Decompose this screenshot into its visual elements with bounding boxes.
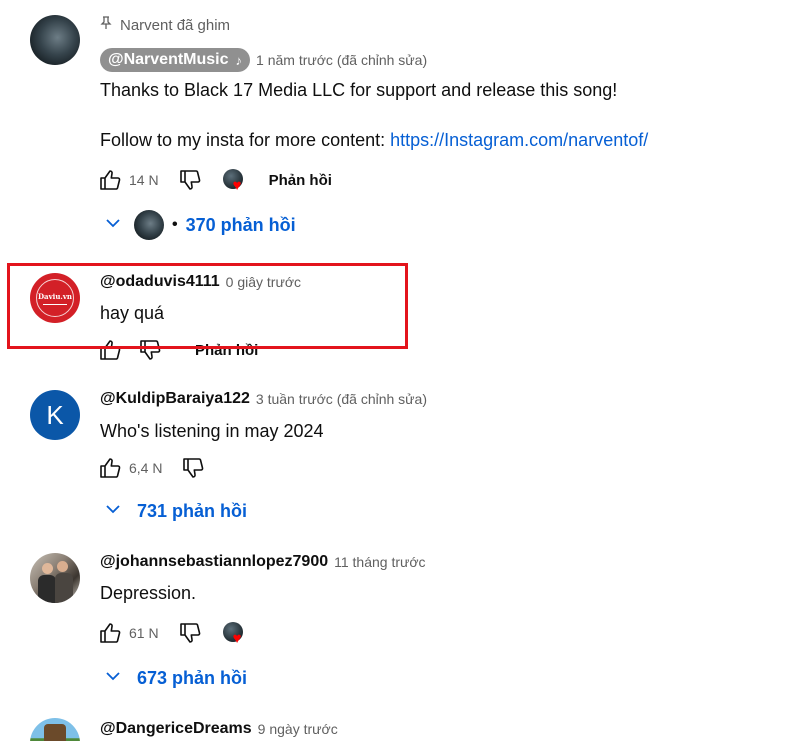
comment-header: @NarventMusic ♪ 1 năm trước (đã chỉnh sử… — [100, 48, 427, 72]
pinned-indicator: Narvent đã ghim — [100, 16, 230, 34]
reply-button[interactable]: Phản hồi — [269, 172, 332, 189]
replies-toggle[interactable]: • 370 phản hồi — [104, 210, 296, 240]
replies-toggle[interactable]: 731 phản hồi — [104, 500, 247, 523]
highlight-box — [7, 263, 408, 349]
comment-time[interactable]: 11 tháng trước — [334, 554, 425, 570]
creator-heart-icon: ♥ — [222, 169, 245, 193]
creator-heart-icon: ♥ — [222, 622, 245, 646]
comment-text: Depression. — [100, 583, 197, 603]
chevron-down-icon — [104, 667, 122, 690]
author-chip[interactable]: @NarventMusic ♪ — [100, 48, 251, 72]
like-icon[interactable] — [97, 620, 123, 646]
comment-actions: 6,4 N — [97, 455, 206, 481]
dislike-icon[interactable] — [177, 620, 203, 646]
replies-toggle[interactable]: 673 phản hồi — [104, 667, 247, 690]
comment-time[interactable]: 9 ngày trước — [258, 721, 338, 737]
replies-count: 673 phản hồi — [137, 668, 248, 688]
replies-count: 731 phản hồi — [137, 501, 248, 521]
comment-header: @KuldipBaraiya122 3 tuần trước (đã chỉnh… — [100, 390, 427, 408]
pinned-by-text: Narvent đã ghim — [120, 16, 231, 34]
comment-time[interactable]: 1 năm trước (đã chỉnh sửa) — [256, 52, 427, 68]
comment-actions: 14 N ♥ Phản hồi — [97, 167, 332, 193]
avatar-dangerice[interactable] — [30, 718, 80, 741]
pin-icon — [100, 16, 112, 34]
comment-text-line2: Follow to my insta for more content: htt… — [100, 130, 648, 151]
bullet-separator: • — [172, 216, 178, 233]
like-icon[interactable] — [97, 167, 123, 193]
music-note-icon: ♪ — [235, 52, 243, 68]
comment-actions: 61 N ♥ — [97, 620, 245, 646]
dislike-icon[interactable] — [177, 167, 203, 193]
avatar-letter: K — [46, 399, 64, 430]
chevron-down-icon — [104, 500, 122, 523]
instagram-link[interactable]: https://Instagram.com/narventof/ — [390, 130, 648, 150]
dislike-icon[interactable] — [180, 455, 206, 481]
avatar-johann[interactable] — [30, 553, 80, 603]
like-icon[interactable] — [97, 455, 123, 481]
author-name[interactable]: @johannsebastiannlopez7900 — [100, 553, 328, 571]
replies-count: 370 phản hồi — [185, 214, 296, 235]
like-count: 61 N — [129, 625, 159, 641]
like-count: 14 N — [129, 172, 159, 188]
comment-text: Who's listening in may 2024 — [100, 421, 324, 441]
author-name[interactable]: @DangericeDreams — [100, 720, 252, 738]
author-name[interactable]: @KuldipBaraiya122 — [100, 390, 250, 408]
avatar-narvent[interactable] — [30, 15, 80, 65]
comment-text-line1: Thanks to Black 17 Media LLC for support… — [100, 80, 618, 100]
comment-header: @DangericeDreams 9 ngày trước — [100, 720, 338, 738]
author-name[interactable]: @NarventMusic — [108, 51, 229, 69]
chevron-down-icon — [104, 214, 122, 237]
comment-time[interactable]: 3 tuần trước (đã chỉnh sửa) — [256, 391, 427, 407]
comment-header: @johannsebastiannlopez7900 11 tháng trướ… — [100, 553, 426, 571]
avatar-kuldip[interactable]: K — [30, 390, 80, 440]
comment-text-prefix: Follow to my insta for more content: — [100, 130, 391, 150]
like-count: 6,4 N — [129, 460, 163, 476]
reply-avatar — [134, 210, 164, 240]
